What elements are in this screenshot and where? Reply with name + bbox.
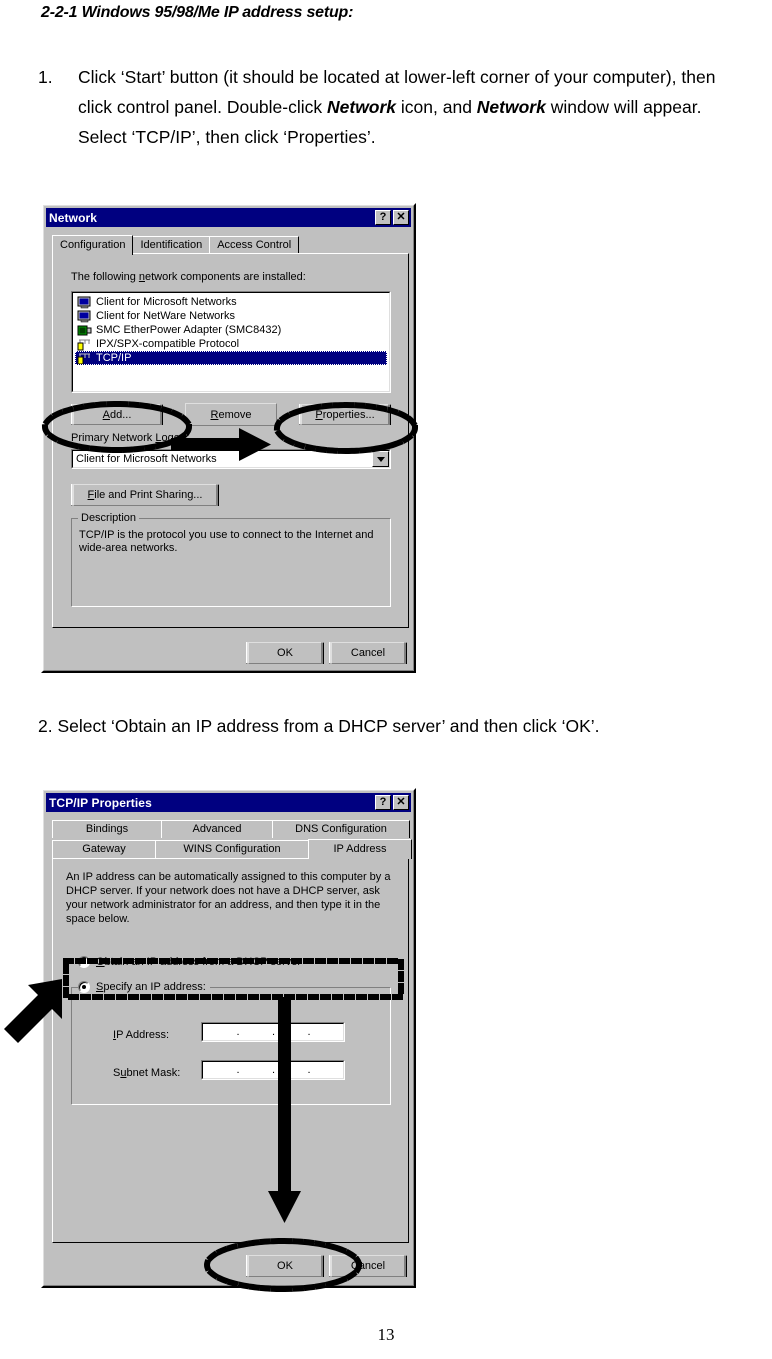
network-dialog: Network ? ✕ Configuration Identification… [41, 203, 416, 673]
properties-button-label: Properties... [301, 404, 389, 425]
list-item-label: Client for NetWare Networks [96, 310, 235, 322]
file-print-sharing-label: File and Print Sharing... [73, 484, 217, 506]
tcpip-titlebar: TCP/IP Properties ? ✕ [46, 793, 411, 812]
specify-ip-group [71, 987, 391, 1105]
subnet-dot-3: . [307, 1064, 311, 1076]
step-1-number: 1. [38, 67, 53, 87]
tab-advanced[interactable]: Advanced [161, 820, 273, 838]
tab-configuration[interactable]: Configuration [52, 235, 134, 255]
tcpip-tabstrip-row1: Bindings Advanced DNS Configuration [52, 820, 410, 838]
step-1-text-part2: icon, and [396, 97, 477, 117]
radio-obtain-dhcp[interactable]: Obtain an IP address from a DHCP server [78, 956, 301, 968]
list-item-label: Client for Microsoft Networks [96, 296, 237, 308]
network-adapter-icon [77, 325, 92, 335]
list-item[interactable]: IPX/SPX-compatible Protocol [75, 337, 389, 351]
radio-specify-indicator [78, 981, 90, 993]
network-cancel-button[interactable]: Cancel [329, 642, 407, 664]
ip-dot-3: . [307, 1026, 311, 1038]
ip-address-field-inner: . . . [202, 1023, 344, 1041]
tab-identification[interactable]: Identification [132, 236, 211, 254]
computer-icon [77, 296, 91, 308]
protocol-icon [77, 353, 90, 364]
subnet-dot-1: . [236, 1064, 240, 1076]
network-cancel-label: Cancel [331, 642, 405, 664]
help-icon[interactable]: ? [375, 210, 391, 225]
list-item[interactable]: Client for Microsoft Networks [75, 295, 389, 309]
tab-ip-address[interactable]: IP Address [308, 839, 412, 859]
subnet-mask-field[interactable]: . . . [201, 1060, 345, 1080]
network-title: Network [49, 210, 98, 225]
tcpip-ok-label: OK [248, 1255, 322, 1277]
network-components-list[interactable]: Client for Microsoft Networks Client for… [71, 291, 391, 393]
subnet-dot-2: . [272, 1064, 276, 1076]
close-icon[interactable]: ✕ [393, 210, 409, 225]
radio-dhcp-label: Obtain an IP address from a DHCP server [96, 956, 302, 968]
add-button[interactable]: Add... [71, 404, 163, 425]
page-title: 2-2-1 Windows 95/98/Me IP address setup: [41, 4, 354, 21]
ip-info-text: An IP address can be automatically assig… [66, 871, 391, 925]
list-item-label: TCP/IP [96, 352, 132, 364]
network-keyword-1: Network [327, 97, 397, 117]
step-2-instruction: 2. Select ‘Obtain an IP address from a D… [38, 716, 600, 736]
ip-dot-1: . [236, 1026, 240, 1038]
list-item-selected[interactable]: TCP/IP [75, 351, 387, 365]
tab-dns-configuration[interactable]: DNS Configuration [272, 820, 410, 838]
chevron-down-icon[interactable] [372, 451, 389, 467]
file-print-sharing-button[interactable]: File and Print Sharing... [71, 484, 219, 506]
radio-dhcp-indicator [78, 956, 90, 968]
network-ok-label: OK [248, 642, 322, 664]
tcpip-ok-button[interactable]: OK [246, 1255, 324, 1277]
computer-icon [77, 310, 91, 322]
step-1-text: Click ‘Start’ button (it should be locat… [78, 62, 738, 152]
help-icon[interactable]: ? [375, 795, 391, 810]
list-item[interactable]: SMC EtherPower Adapter (SMC8432) [75, 323, 389, 337]
ip-address-label: IP Address: [113, 1029, 170, 1041]
radio-specify-ip[interactable]: Specify an IP address: [78, 981, 210, 993]
remove-button-label: Remove [185, 403, 277, 426]
components-label: The following network components are ins… [71, 271, 306, 283]
tcpip-cancel-label: Cancel [331, 1255, 405, 1277]
description-text: TCP/IP is the protocol you use to connec… [79, 529, 374, 554]
protocol-icon [77, 339, 90, 350]
primary-logon-combo[interactable]: Client for Microsoft Networks [71, 449, 391, 469]
ip-dot-2: . [272, 1026, 276, 1038]
tab-gateway[interactable]: Gateway [52, 840, 156, 858]
ip-address-field[interactable]: . . . [201, 1022, 345, 1042]
configuration-panel: The following network components are ins… [52, 253, 409, 628]
network-components-list-inner: Client for Microsoft Networks Client for… [72, 292, 390, 392]
page-number: 13 [377, 1325, 395, 1344]
primary-logon-value: Client for Microsoft Networks [72, 450, 390, 468]
remove-button[interactable]: Remove [185, 403, 277, 426]
primary-logon-label: Primary Network Logon: [71, 432, 189, 444]
network-ok-button[interactable]: OK [246, 642, 324, 664]
add-button-label: Add... [73, 404, 161, 425]
step-1-instruction: 1. Click ‘Start’ button (it should be lo… [38, 62, 738, 152]
subnet-mask-field-inner: . . . [202, 1061, 344, 1079]
tcpip-tabstrip-row2: Gateway WINS Configuration IP Address [52, 839, 412, 859]
close-icon[interactable]: ✕ [393, 795, 409, 810]
description-title: Description [78, 512, 140, 524]
tcpip-cancel-button[interactable]: Cancel [329, 1255, 407, 1277]
tab-bindings[interactable]: Bindings [52, 820, 162, 838]
tcpip-title: TCP/IP Properties [49, 795, 152, 810]
tcpip-properties-dialog: TCP/IP Properties ? ✕ Bindings Advanced … [41, 788, 416, 1288]
network-keyword-2: Network [476, 97, 546, 117]
ip-address-panel: An IP address can be automatically assig… [52, 858, 409, 1243]
properties-button[interactable]: Properties... [299, 404, 391, 425]
tab-wins-configuration[interactable]: WINS Configuration [155, 840, 309, 858]
description-group: Description TCP/IP is the protocol you u… [71, 512, 391, 607]
list-item[interactable]: Client for NetWare Networks [75, 309, 389, 323]
network-tabstrip: Configuration Identification Access Cont… [52, 235, 300, 255]
radio-specify-label: Specify an IP address: [96, 981, 206, 993]
tab-access-control[interactable]: Access Control [209, 236, 300, 254]
subnet-mask-label: Subnet Mask: [113, 1067, 181, 1079]
list-item-label: IPX/SPX-compatible Protocol [96, 338, 240, 350]
network-titlebar: Network ? ✕ [46, 208, 411, 227]
list-item-label: SMC EtherPower Adapter (SMC8432) [96, 324, 282, 336]
